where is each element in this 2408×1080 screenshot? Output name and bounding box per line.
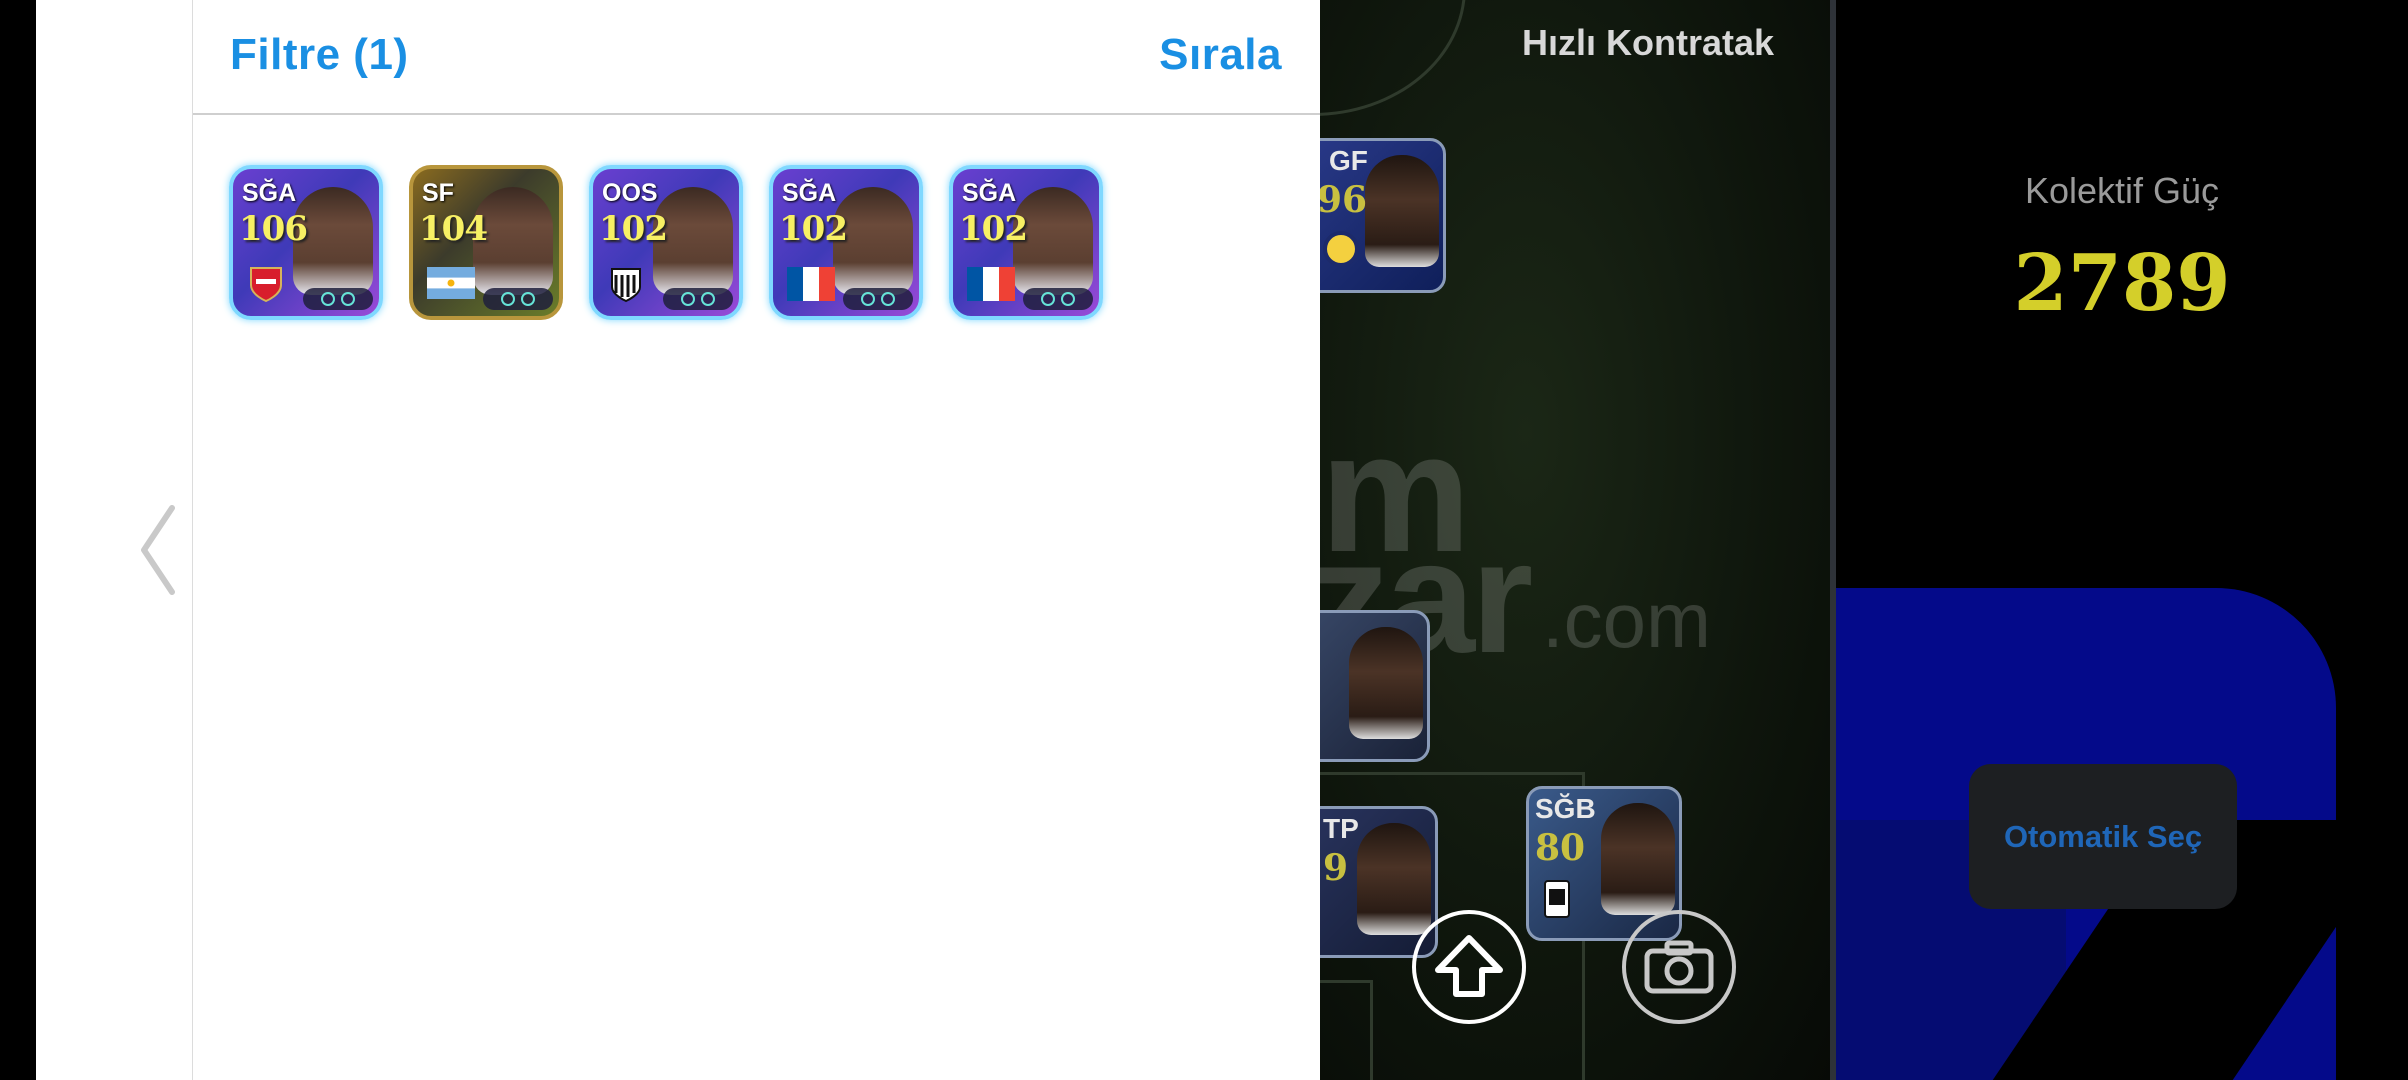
- watermark-text: .com: [1542, 576, 1712, 664]
- center-circle: [1320, 0, 1466, 116]
- tactic-label: Hızlı Kontratak: [1522, 22, 1775, 63]
- player-portrait: [1349, 627, 1423, 739]
- player-card[interactable]: OOS 102: [589, 165, 743, 320]
- filter-button[interactable]: Filtre (1): [230, 30, 409, 80]
- card-position: OOS: [602, 179, 658, 207]
- arsenal-crest-icon: [247, 265, 289, 303]
- skill-badges: [1023, 288, 1093, 310]
- skill-badges: [843, 288, 913, 310]
- france-flag-icon: [967, 267, 1015, 303]
- player-card[interactable]: SĞA 102: [949, 165, 1103, 320]
- player-portrait: [1357, 823, 1431, 935]
- player-card[interactable]: SĞA 102: [769, 165, 923, 320]
- chevron-left-icon[interactable]: [130, 500, 190, 600]
- card-rating: 102: [599, 209, 668, 249]
- player-card[interactable]: SĞA 106: [229, 165, 383, 320]
- goal-box-line: [1320, 980, 1373, 1080]
- skill-badges: [483, 288, 553, 310]
- team-info-panel: Kolektif Güç 2789 Otomatik Seç: [1836, 0, 2408, 1080]
- camera-icon[interactable]: [1622, 910, 1736, 1024]
- card-rating: 80: [1535, 827, 1586, 869]
- card-position: GF: [1329, 145, 1368, 176]
- card-rating: 104: [419, 209, 488, 249]
- player-portrait: [1365, 155, 1439, 267]
- team-power-label: Kolektif Güç: [2024, 170, 2220, 211]
- pitch-player-card[interactable]: GF 96: [1320, 138, 1446, 293]
- fenerbahce-crest-icon: [1323, 231, 1359, 271]
- card-rating: 96: [1320, 179, 1368, 221]
- card-rating: 102: [779, 209, 848, 249]
- pitch-view: Hızlı Kontratak m zar .com GF 96 TP 9 SĞ…: [1320, 0, 1834, 1080]
- santos-crest-icon: [607, 265, 649, 303]
- player-card[interactable]: SF 104: [409, 165, 563, 320]
- screen-edge: [0, 0, 36, 1080]
- card-position: SĞA: [782, 179, 837, 207]
- card-position: SĞB: [1535, 793, 1596, 824]
- card-position: SĞA: [962, 179, 1017, 207]
- arrow-up-icon[interactable]: [1412, 910, 1526, 1024]
- skill-badges: [663, 288, 733, 310]
- pitch-player-card[interactable]: [1320, 610, 1430, 762]
- argentina-flag-icon: [427, 267, 475, 303]
- panel-header: Filtre (1) Sırala: [193, 0, 1320, 115]
- card-position: TP: [1323, 813, 1359, 844]
- card-rating: 102: [959, 209, 1028, 249]
- card-position: SF: [422, 179, 454, 207]
- card-rating: 9: [1323, 847, 1349, 889]
- france-flag-icon: [787, 267, 835, 303]
- auto-select-button[interactable]: Otomatik Seç: [1969, 764, 2237, 909]
- card-position: SĞA: [242, 179, 297, 207]
- player-portrait: [1601, 803, 1675, 915]
- skill-badges: [303, 288, 373, 310]
- card-rating: 106: [239, 209, 308, 249]
- team-power-value: 2789: [2013, 238, 2231, 329]
- sort-button[interactable]: Sırala: [1159, 30, 1282, 80]
- besiktas-crest-icon: [1543, 879, 1571, 923]
- player-select-panel: Filtre (1) Sırala SĞA 106 SF 104 OOS 102…: [193, 0, 1320, 1080]
